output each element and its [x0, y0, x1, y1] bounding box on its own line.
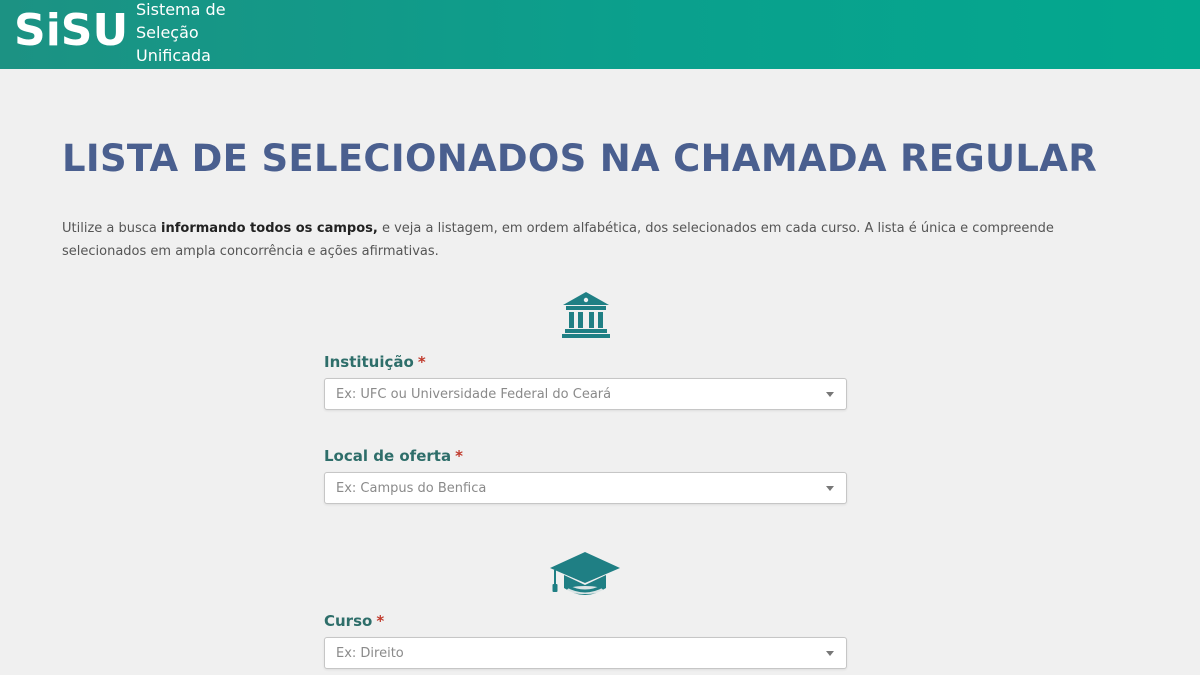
brand-subtitle-line: Unificada — [136, 46, 211, 65]
page-title: LISTA DE SELECIONADOS NA CHAMADA REGULAR — [62, 137, 1097, 180]
course-select[interactable]: Ex: Direito — [324, 637, 847, 669]
sisu-logo[interactable]: SiSU — [14, 3, 128, 59]
location-label-text: Local de oferta — [324, 447, 452, 465]
brand-subtitle: Sistema de Seleção Unificada — [136, 0, 246, 67]
brand-subtitle-line: Sistema de — [136, 0, 226, 19]
required-mark: * — [417, 353, 426, 371]
course-label-text: Curso — [324, 612, 373, 630]
chevron-down-icon[interactable] — [826, 486, 834, 491]
institution-label-text: Instituição — [324, 353, 414, 371]
location-select[interactable]: Ex: Campus do Benfica — [324, 472, 847, 504]
location-placeholder: Ex: Campus do Benfica — [336, 481, 487, 496]
institution-label: Instituição * — [324, 352, 426, 372]
brand-subtitle-line: Seleção — [136, 23, 199, 42]
institution-icon — [562, 292, 610, 338]
location-label: Local de oferta * — [324, 446, 463, 466]
graduation-cap-icon — [550, 552, 620, 595]
chevron-down-icon[interactable] — [826, 651, 834, 656]
intro-prefix: Utilize a busca — [62, 221, 162, 236]
institution-select[interactable]: Ex: UFC ou Universidade Federal do Ceará — [324, 378, 847, 410]
intro-bold: informando todos os campos, — [161, 221, 378, 236]
top-header: SiSU Sistema de Seleção Unificada — [0, 0, 1200, 69]
course-placeholder: Ex: Direito — [336, 646, 404, 661]
institution-placeholder: Ex: UFC ou Universidade Federal do Ceará — [336, 387, 612, 402]
intro-text: Utilize a busca informando todos os camp… — [62, 217, 1092, 263]
chevron-down-icon[interactable] — [826, 392, 834, 397]
required-mark: * — [376, 612, 385, 630]
course-label: Curso * — [324, 611, 384, 631]
required-mark: * — [455, 447, 463, 465]
